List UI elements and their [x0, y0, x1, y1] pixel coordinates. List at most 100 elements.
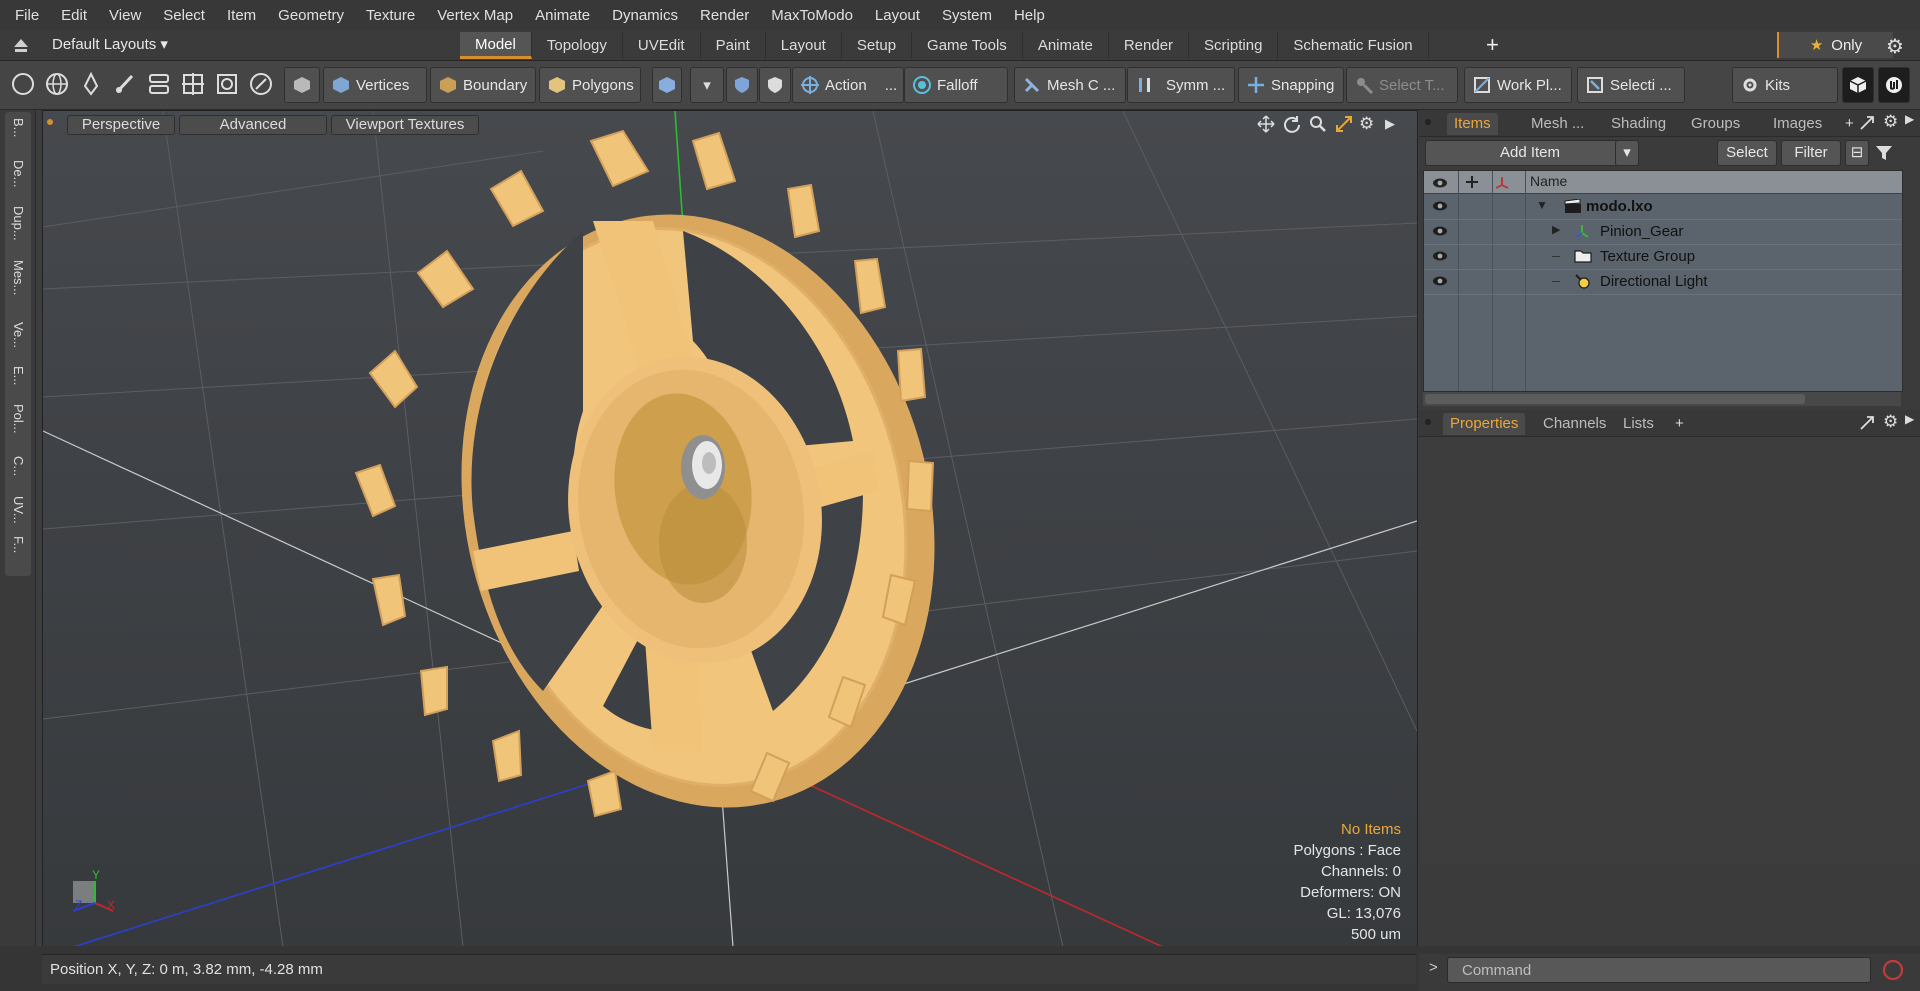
tab-render[interactable]: Render — [1109, 32, 1190, 59]
vtab-basic[interactable]: B... — [5, 118, 31, 138]
undock-icon[interactable] — [1859, 115, 1875, 131]
properties-panel-gear-icon[interactable]: ⚙ — [1883, 412, 1898, 432]
filter-funnel-icon[interactable] — [1875, 144, 1893, 162]
layout-selector-dropdown[interactable]: Default Layouts ▾ — [52, 34, 168, 56]
add-layout-tab-button[interactable]: + — [1486, 33, 1499, 57]
vtab-polygon[interactable]: Pol... — [5, 404, 31, 434]
circle-select-icon[interactable] — [10, 71, 36, 97]
collapse-list-icon[interactable]: ⊟ — [1845, 140, 1869, 166]
panel-menu-arrow-icon[interactable]: ▶ — [1905, 412, 1914, 426]
filter-button[interactable]: Filter — [1781, 140, 1841, 166]
expand-arrow-icon[interactable]: ▼ — [1536, 198, 1548, 212]
record-icon[interactable] — [1881, 958, 1905, 982]
sculpt-brush-icon[interactable] — [112, 71, 138, 97]
tab-items[interactable]: Items — [1447, 113, 1498, 135]
tab-images[interactable]: Images — [1773, 113, 1822, 135]
viewport-textures-button[interactable]: Viewport Textures — [331, 115, 479, 135]
select-through-button[interactable] — [759, 67, 791, 103]
menu-maxtomodo[interactable]: MaxToModo — [760, 7, 864, 24]
item-list-scrollbar[interactable] — [1423, 392, 1901, 406]
tab-uvedit[interactable]: UVEdit — [623, 32, 701, 59]
item-row[interactable]: Texture Group — [1424, 244, 1902, 270]
pan-icon[interactable] — [1257, 115, 1275, 133]
tab-setup[interactable]: Setup — [842, 32, 913, 59]
vtab-edge[interactable]: E... — [5, 366, 31, 386]
menu-select[interactable]: Select — [152, 7, 216, 24]
vertices-button[interactable]: Vertices — [323, 67, 427, 103]
menu-help[interactable]: Help — [1003, 7, 1056, 24]
menu-file[interactable]: File — [0, 7, 50, 24]
name-column-header[interactable]: Name — [1530, 173, 1567, 189]
rotate-view-icon[interactable] — [1283, 115, 1301, 133]
3d-viewport[interactable]: Y Z X Perspective Advanced Viewport Text… — [42, 110, 1418, 948]
menu-animate[interactable]: Animate — [524, 7, 601, 24]
pinion-gear-model[interactable] — [354, 129, 996, 858]
viewport-menu-arrow-icon[interactable]: ▶ — [1385, 115, 1403, 133]
pen-tool-icon[interactable] — [78, 71, 104, 97]
panel-menu-arrow-icon[interactable]: ▶ — [1905, 112, 1914, 126]
add-item-button[interactable]: Add Item — [1425, 140, 1635, 166]
vtab-vertex[interactable]: Ve... — [5, 322, 31, 348]
vtab-fusion[interactable]: F... — [5, 536, 31, 553]
shading-mode-button[interactable]: Advanced — [179, 115, 327, 135]
snapping-button[interactable]: Snapping — [1238, 67, 1344, 103]
menu-dynamics[interactable]: Dynamics — [601, 7, 689, 24]
item-row[interactable]: ▼ modo.lxo — [1424, 194, 1902, 220]
tab-model[interactable]: Model — [460, 32, 532, 59]
tab-scripting[interactable]: Scripting — [1189, 32, 1279, 59]
command-input[interactable]: Command — [1447, 957, 1871, 983]
menu-vertex-map[interactable]: Vertex Map — [426, 7, 524, 24]
items-panel-gear-icon[interactable]: ⚙ — [1883, 112, 1898, 132]
mode-dropdown-button[interactable]: ▾ — [690, 67, 724, 103]
item-list[interactable]: Name ▼ modo.lxo ▶ Pinion_Gear Texture Gr… — [1423, 170, 1903, 392]
viewport-settings-gear-icon[interactable]: ⚙ — [1359, 115, 1377, 133]
polygons-button[interactable]: Polygons — [539, 67, 641, 103]
item-row[interactable]: ▶ Pinion_Gear — [1424, 219, 1902, 245]
visibility-eye-icon[interactable] — [1432, 224, 1448, 238]
zoom-icon[interactable] — [1309, 115, 1327, 133]
menu-edit[interactable]: Edit — [50, 7, 98, 24]
tab-properties[interactable]: Properties — [1443, 413, 1526, 435]
tab-lists[interactable]: Lists — [1623, 413, 1654, 435]
boundary-button[interactable]: Boundary — [430, 67, 536, 103]
tab-schematic-fusion[interactable]: Schematic Fusion — [1278, 32, 1429, 59]
menu-layout[interactable]: Layout — [864, 7, 931, 24]
visibility-eye-icon[interactable] — [1432, 176, 1448, 190]
only-toggle-button[interactable]: ★ Only — [1777, 32, 1893, 58]
bevel-tool-icon[interactable] — [146, 71, 172, 97]
menu-system[interactable]: System — [931, 7, 1003, 24]
symmetry-button[interactable]: Symm ... — [1127, 67, 1235, 103]
tab-animate[interactable]: Animate — [1023, 32, 1109, 59]
maximize-viewport-icon[interactable] — [1335, 115, 1353, 133]
kits-button[interactable]: Kits — [1732, 67, 1838, 103]
globe-icon[interactable] — [44, 71, 70, 97]
tab-layout[interactable]: Layout — [766, 32, 842, 59]
select-through-tool-button[interactable]: Select T... — [1346, 67, 1458, 103]
menu-texture[interactable]: Texture — [355, 7, 426, 24]
vtab-deform[interactable]: De... — [5, 160, 31, 187]
gear-icon[interactable]: ⚙ — [1886, 34, 1904, 59]
tab-game-tools[interactable]: Game Tools — [912, 32, 1023, 59]
item-mode-button[interactable] — [284, 67, 320, 103]
tab-groups[interactable]: Groups — [1691, 113, 1740, 135]
axis-column-icon[interactable] — [1494, 175, 1510, 189]
lock-column-icon[interactable] — [1464, 175, 1480, 189]
visibility-eye-icon[interactable] — [1432, 274, 1448, 288]
layout-up-arrow-icon[interactable] — [12, 36, 30, 54]
selection-sets-button[interactable]: Selecti ... — [1577, 67, 1685, 103]
falloff-button[interactable]: Falloff — [904, 67, 1008, 103]
rotate-box-icon[interactable] — [214, 71, 240, 97]
vtab-mesh-edit[interactable]: Mes... — [5, 260, 31, 295]
add-tab-button[interactable]: + — [1845, 113, 1854, 135]
unreal-button[interactable] — [1878, 67, 1910, 103]
mesh-constraint-button[interactable]: Mesh C ... — [1014, 67, 1126, 103]
tab-paint[interactable]: Paint — [701, 32, 766, 59]
material-mode-button[interactable] — [652, 67, 682, 103]
work-plane-button[interactable]: Work Pl... — [1464, 67, 1572, 103]
perspective-view-button[interactable]: Perspective — [67, 115, 175, 135]
visibility-eye-icon[interactable] — [1432, 249, 1448, 263]
unity-button[interactable] — [1842, 67, 1874, 103]
vtab-duplicate[interactable]: Dup... — [5, 206, 31, 241]
expand-arrow-icon[interactable]: ▶ — [1552, 223, 1560, 236]
tab-channels[interactable]: Channels — [1543, 413, 1606, 435]
